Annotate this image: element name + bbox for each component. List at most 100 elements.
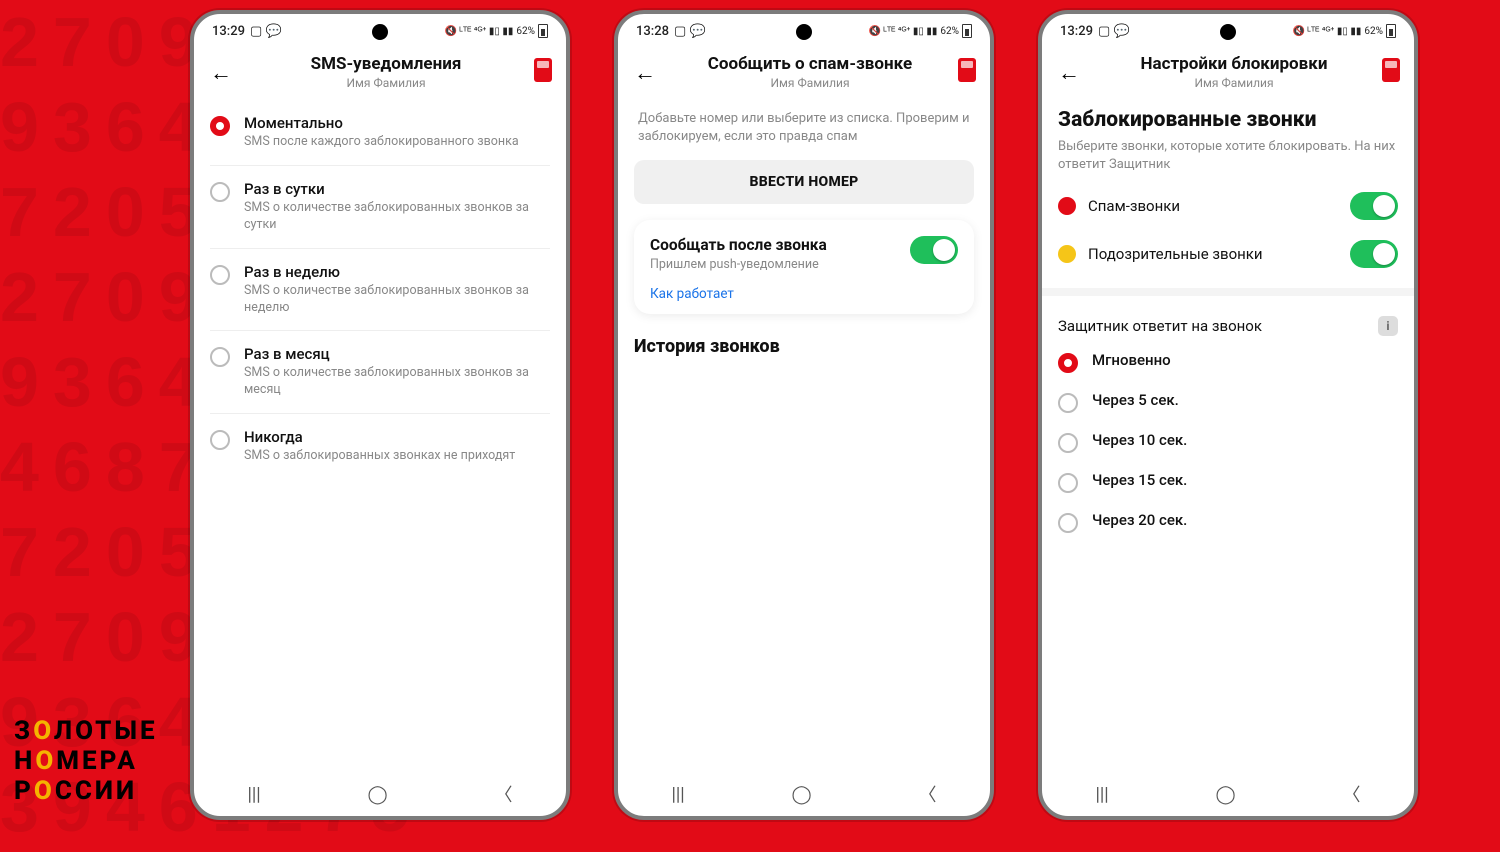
nav-home[interactable]: ◯ [368, 784, 388, 805]
info-icon[interactable]: i [1378, 316, 1398, 336]
notify-after-call-card: Сообщать после звонка Пришлем push-уведо… [634, 220, 974, 314]
spam-calls-row[interactable]: Спам-звонки [1042, 182, 1414, 230]
delay-label: Через 10 сек. [1092, 431, 1187, 449]
battery-percent: 62% [1364, 26, 1383, 37]
battery-percent: 62% [516, 26, 535, 37]
brand-text: ССИИ [55, 776, 137, 806]
page-subtitle: Имя Фамилия [1086, 76, 1382, 90]
delay-option-row[interactable]: Мгновенно [1058, 342, 1398, 382]
sms-option-row[interactable]: МоментальноSMS после каждого заблокирова… [210, 100, 550, 166]
back-button[interactable]: ← [208, 54, 238, 86]
suspicious-calls-toggle[interactable] [1350, 240, 1398, 268]
page-title: SMS-уведомления [238, 54, 534, 74]
card-subtitle: Пришлем push-уведомление [650, 257, 827, 272]
delay-option-row[interactable]: Через 10 сек. [1058, 422, 1398, 462]
suspicious-calls-row[interactable]: Подозрительные звонки [1042, 230, 1414, 278]
brand-text: З [14, 716, 33, 746]
nav-home[interactable]: ◯ [1216, 784, 1236, 805]
phone-screen-3: 13:29 ▢ 💬 🔇 ᴸᵀᴱ ⁴ᴳ⁺ ▮▯ ▮▮ 62% ← Настройк… [1038, 10, 1418, 820]
status-time: 13:28 [636, 24, 669, 39]
android-nav-bar: ||| ◯ 〈 [1042, 772, 1414, 816]
nav-back[interactable]: 〈 [1343, 781, 1361, 807]
phone-screen-2: 13:28 ▢ 💬 🔇 ᴸᵀᴱ ⁴ᴳ⁺ ▮▯ ▮▮ 62% ← Сообщить… [614, 10, 994, 820]
sms-option-row[interactable]: Раз в неделю SMS о количестве заблокирова… [210, 249, 550, 332]
app-icon[interactable] [1382, 58, 1400, 82]
nav-back[interactable]: 〈 [495, 781, 513, 807]
status-bar: 13:29 ▢ 💬 🔇 ᴸᵀᴱ ⁴ᴳ⁺ ▮▯ ▮▮ 62% [1042, 14, 1414, 48]
option-title: Раз в неделю [244, 263, 550, 281]
card-title: Сообщать после звонка [650, 236, 827, 254]
delay-label: Мгновенно [1092, 351, 1171, 369]
yellow-dot-icon [1058, 245, 1076, 263]
option-subtitle: SMS о заблокированных звонках не приходя… [244, 448, 515, 465]
page-subtitle: Имя Фамилия [238, 76, 534, 90]
page-subtitle: Имя Фамилия [662, 76, 958, 90]
app-icon[interactable] [958, 58, 976, 82]
radio-icon [210, 347, 230, 367]
nav-back[interactable]: 〈 [919, 781, 937, 807]
option-title: Никогда [244, 428, 515, 446]
phone-screen-1: 13:29 ▢ 💬 🔇 ᴸᵀᴱ ⁴ᴳ⁺ ▮▯ ▮▮ 62% ← SMS-увед… [190, 10, 570, 820]
status-time: 13:29 [212, 24, 245, 39]
radio-icon [210, 430, 230, 450]
page-title: Сообщить о спам-звонке [662, 54, 958, 74]
delay-option-row[interactable]: Через 20 сек. [1058, 502, 1398, 542]
blocked-calls-heading: Заблокированные звонки [1042, 100, 1414, 134]
notify-toggle[interactable] [910, 236, 958, 264]
status-bar: 13:28 ▢ 💬 🔇 ᴸᵀᴱ ⁴ᴳ⁺ ▮▯ ▮▮ 62% [618, 14, 990, 48]
app-icon[interactable] [534, 58, 552, 82]
radio-icon [210, 265, 230, 285]
spam-calls-label: Спам-звонки [1088, 197, 1338, 215]
brand-text: О [33, 716, 54, 746]
suspicious-calls-label: Подозрительные звонки [1088, 245, 1338, 263]
camera-hole [372, 24, 388, 40]
hint-text: Добавьте номер или выберите из списка. П… [618, 100, 990, 160]
back-button[interactable]: ← [1056, 54, 1086, 86]
radio-icon [1058, 433, 1078, 453]
red-dot-icon [1058, 197, 1076, 215]
radio-icon [210, 182, 230, 202]
status-bar: 13:29 ▢ 💬 🔇 ᴸᵀᴱ ⁴ᴳ⁺ ▮▯ ▮▮ 62% [194, 14, 566, 48]
status-icons-left: ▢ 💬 [674, 24, 706, 39]
back-button[interactable]: ← [632, 54, 662, 86]
sms-option-row[interactable]: Раз в сутки SMS о количестве заблокирован… [210, 166, 550, 249]
nav-home[interactable]: ◯ [792, 784, 812, 805]
status-icons-right: 🔇 ᴸᵀᴱ ⁴ᴳ⁺ ▮▯ ▮▮ [444, 26, 513, 37]
status-icons-right: 🔇 ᴸᵀᴱ ⁴ᴳ⁺ ▮▯ ▮▮ [868, 26, 937, 37]
brand-text: О [35, 746, 56, 776]
option-title: Раз в сутки [244, 180, 550, 198]
radio-icon [1058, 353, 1078, 373]
brand-text: Н [14, 746, 35, 776]
option-subtitle: SMS о количестве заблокированных звонков… [244, 283, 550, 317]
radio-icon [1058, 513, 1078, 533]
nav-recent[interactable]: ||| [247, 784, 260, 805]
delay-label: Через 20 сек. [1092, 511, 1187, 529]
camera-hole [796, 24, 812, 40]
brand-text: МЕРА [56, 746, 138, 776]
nav-recent[interactable]: ||| [671, 784, 684, 805]
nav-recent[interactable]: ||| [1095, 784, 1108, 805]
how-it-works-link[interactable]: Как работает [650, 286, 734, 302]
status-icons-right: 🔇 ᴸᵀᴱ ⁴ᴳ⁺ ▮▯ ▮▮ [1292, 26, 1361, 37]
option-subtitle: SMS о количестве заблокированных звонков… [244, 365, 550, 399]
brand-logo: ЗОЛОТЫЕ НОМЕРА РОССИИ [14, 716, 158, 806]
answer-delay-title: Защитник ответит на звонок [1058, 317, 1262, 335]
spam-calls-toggle[interactable] [1350, 192, 1398, 220]
option-subtitle: SMS о количестве заблокированных звонков… [244, 200, 550, 234]
status-icons-left: ▢ 💬 [250, 24, 282, 39]
enter-number-button[interactable]: ВВЕСТИ НОМЕР [634, 160, 974, 204]
delay-option-row[interactable]: Через 15 сек. [1058, 462, 1398, 502]
battery-icon [962, 24, 972, 38]
delay-option-row[interactable]: Через 5 сек. [1058, 382, 1398, 422]
status-icons-left: ▢ 💬 [1098, 24, 1130, 39]
battery-icon [1386, 24, 1396, 38]
radio-icon [1058, 473, 1078, 493]
call-history-heading: История звонков [618, 332, 990, 357]
sms-option-row[interactable]: Никогда SMS о заблокированных звонках не … [210, 414, 550, 479]
brand-text: ЛОТЫЕ [54, 716, 158, 746]
sms-option-row[interactable]: Раз в месяцSMS о количестве заблокирован… [210, 331, 550, 414]
android-nav-bar: ||| ◯ 〈 [618, 772, 990, 816]
page-title: Настройки блокировки [1086, 54, 1382, 74]
section-divider [1042, 288, 1414, 296]
blocked-calls-sub: Выберите звонки, которые хотите блокиров… [1042, 134, 1414, 182]
